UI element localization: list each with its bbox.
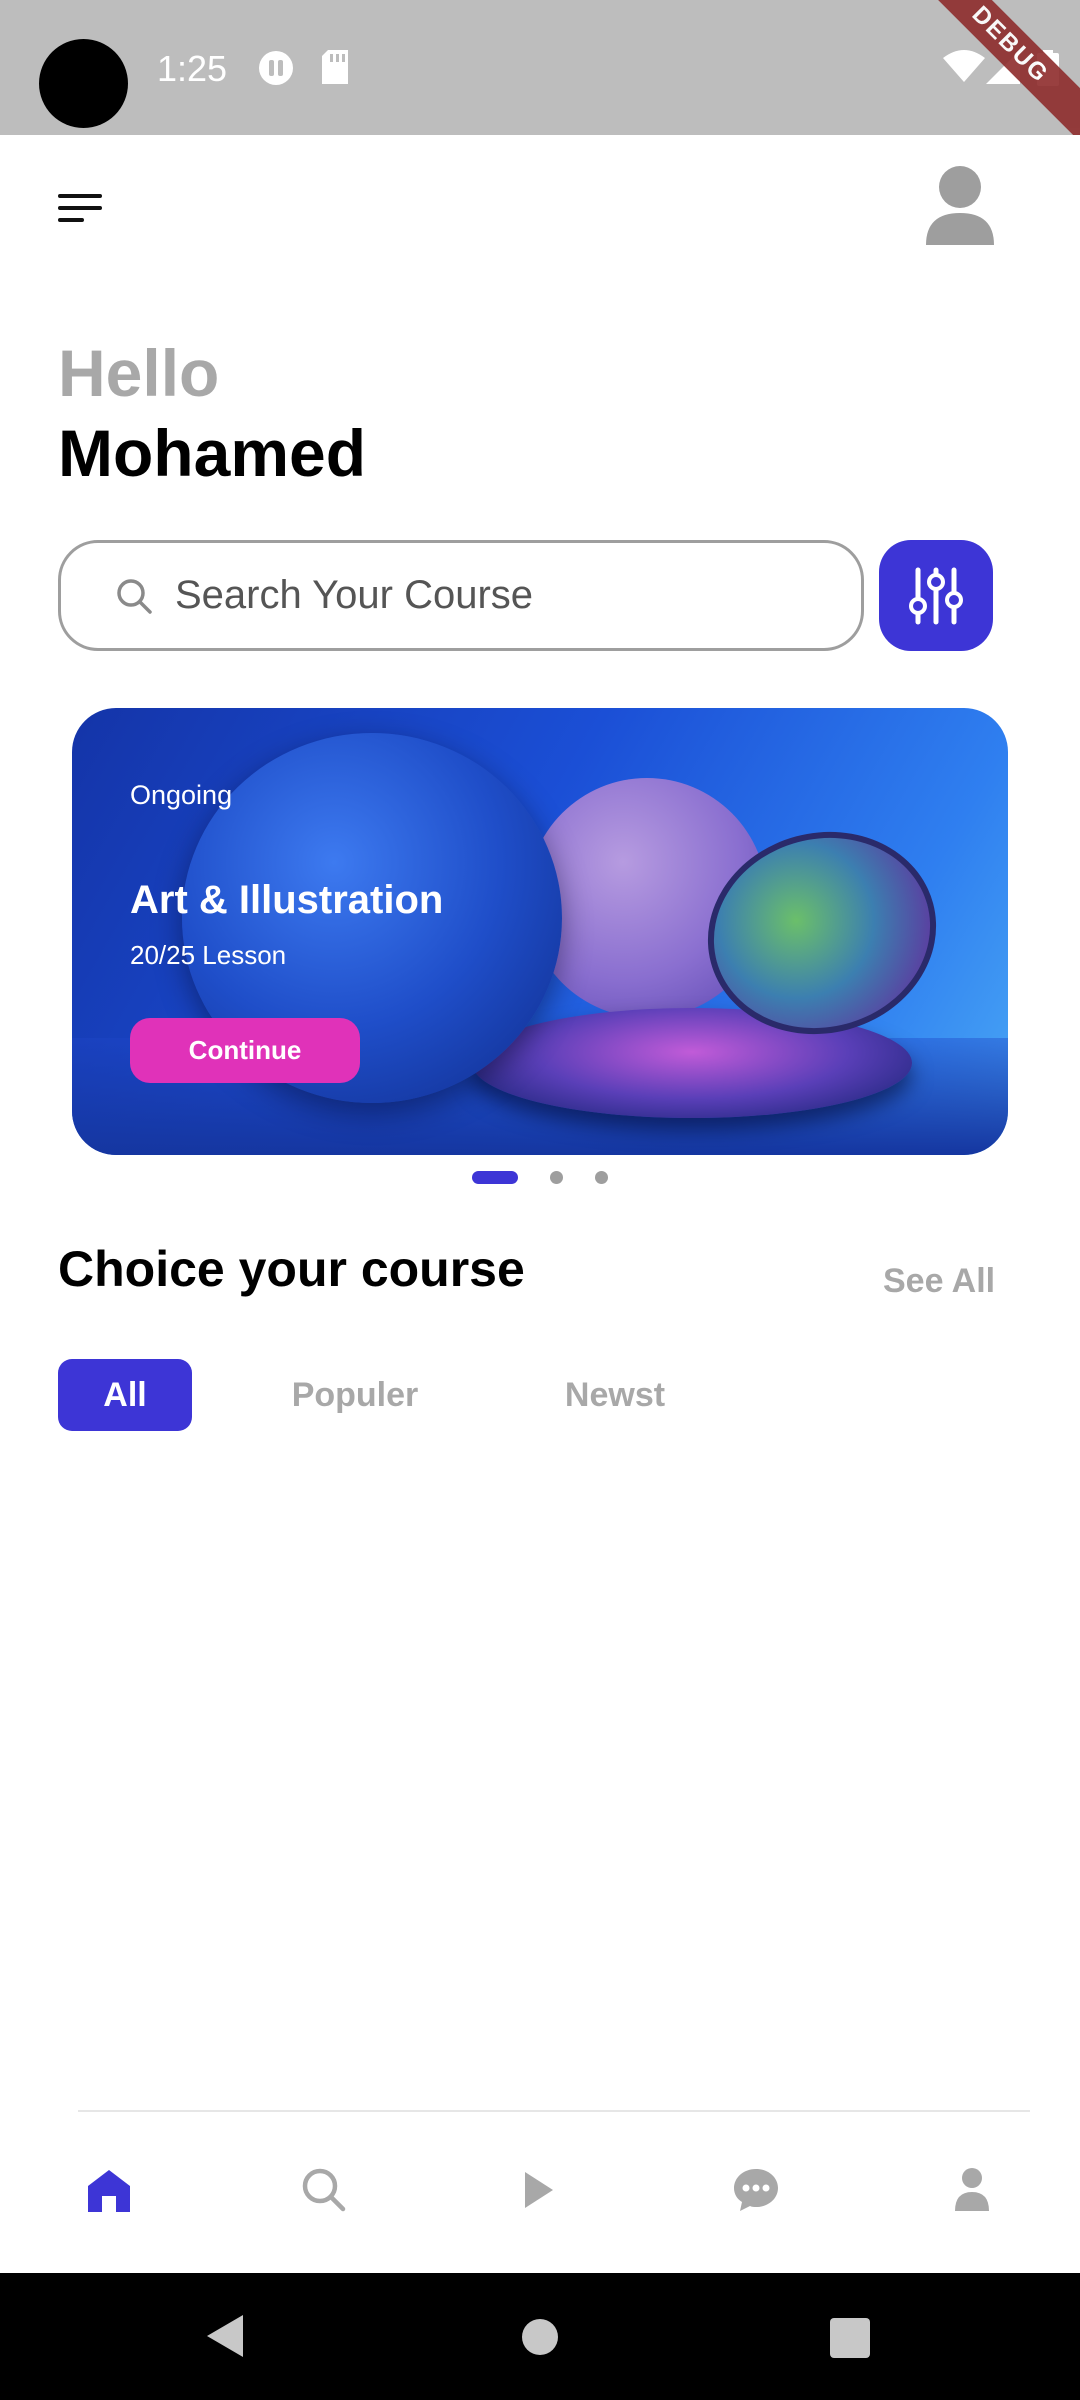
greeting-text: Hello [58,336,220,410]
section-title: Choice your course [58,1241,525,1297]
search-bar[interactable] [58,540,864,651]
user-name: Mohamed [58,416,367,490]
sliders-icon [909,567,963,624]
avatar-button[interactable] [920,165,1000,251]
chat-icon [734,2169,778,2211]
status-bar: 1:25 DEBUG [0,0,1080,135]
banner-tag: Ongoing [130,780,233,810]
filter-chip-popular[interactable]: Populer [280,1359,430,1431]
play-icon [525,2172,553,2208]
carousel-indicator [472,1171,608,1184]
person-icon [926,166,994,245]
profile-icon [955,2168,989,2211]
carousel-dot-active[interactable] [472,1171,518,1184]
filter-chip-newest[interactable]: Newst [545,1359,685,1431]
filter-chip-all[interactable]: All [58,1359,192,1431]
nav-play[interactable] [508,2160,568,2220]
camera-cutout [39,39,128,128]
continue-button[interactable]: Continue [130,1018,360,1083]
see-all-link[interactable]: See All [883,1262,995,1301]
headset-icon [259,51,293,85]
search-icon [302,2168,346,2212]
wifi-icon [943,50,985,82]
banner-progress: 20/25 Lesson [130,940,287,970]
menu-button[interactable] [58,192,108,226]
home-icon [88,2170,130,2212]
nav-search[interactable] [294,2160,354,2220]
back-icon[interactable] [205,2313,245,2359]
recents-icon[interactable] [830,2318,870,2358]
status-time: 1:25 [157,48,228,89]
carousel-dot[interactable] [550,1171,563,1184]
nav-divider [78,2110,1030,2112]
search-icon [117,578,152,614]
filter-button[interactable] [879,540,993,651]
nav-home[interactable] [79,2160,139,2220]
nav-profile[interactable] [942,2160,1002,2220]
sd-card-icon [322,50,348,84]
banner-title: Art & Illustration [130,878,444,922]
nav-chat[interactable] [726,2160,786,2220]
menu-icon [58,194,102,222]
carousel-dot[interactable] [595,1171,608,1184]
search-input[interactable] [175,573,775,618]
home-circle-icon[interactable] [521,2318,559,2356]
course-banner[interactable]: Ongoing Art & Illustration 20/25 Lesson … [72,708,1008,1155]
system-nav-bar [0,2273,1080,2400]
